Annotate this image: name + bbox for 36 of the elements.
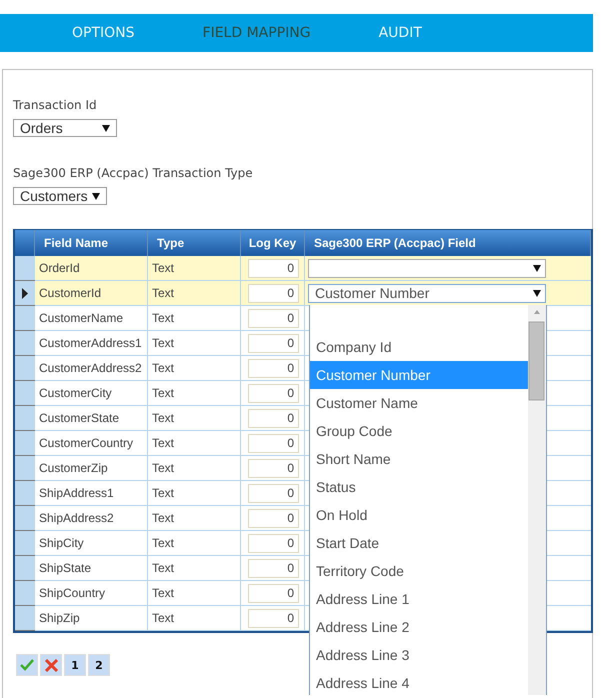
dropdown-option[interactable]: Start Date (310, 529, 528, 557)
dropdown-option[interactable]: Company Id (310, 333, 528, 361)
dropdown-option[interactable]: Address Line 2 (310, 613, 528, 641)
dropdown-option[interactable]: Address Line 4 (310, 669, 528, 695)
field-label: Transaction Id (13, 98, 98, 112)
log-key-field[interactable]: 0 (248, 308, 299, 328)
log-key-field[interactable]: 0 (248, 508, 299, 528)
log-key-field[interactable]: 0 (248, 434, 299, 452)
log-key-field[interactable]: 0 (248, 458, 299, 478)
transaction-type-select[interactable]: Customers (13, 187, 107, 205)
log-key-field[interactable]: 0 (248, 558, 299, 578)
dropdown-option[interactable]: Short Name (310, 445, 528, 473)
transaction-id-select[interactable]: Orders (13, 119, 117, 137)
dropdown-option[interactable]: Address Line 3 (310, 641, 528, 669)
log-key-field[interactable]: 0 (248, 284, 299, 302)
page-button[interactable]: 1 (64, 654, 86, 676)
dropdown-option[interactable]: Status (310, 473, 528, 501)
field-label: Sage300 ERP (Accpac) Transaction Type (13, 166, 254, 180)
dropdown-option[interactable]: On Hold (310, 501, 528, 529)
log-key-field[interactable]: 0 (248, 334, 299, 352)
log-key-field[interactable]: 0 (248, 534, 299, 552)
log-key-field[interactable]: 0 (248, 358, 299, 378)
page-button[interactable]: 2 (88, 654, 110, 676)
log-key-field[interactable]: 0 (248, 608, 299, 628)
sage-field-select[interactable]: Customer Number (308, 284, 546, 302)
dropdown-option[interactable]: Address Line 1 (310, 585, 528, 613)
log-key-field[interactable]: 0 (248, 408, 299, 428)
table-cell: Text (148, 606, 241, 631)
dropdown-option[interactable]: Group Code (310, 417, 528, 445)
log-key-field[interactable]: 0 (248, 384, 299, 402)
dropdown-option[interactable]: Customer Name (310, 389, 528, 417)
table-cell: ShipZip (35, 606, 148, 631)
log-key-field[interactable]: 0 (248, 584, 299, 602)
log-key-field[interactable]: 0 (248, 484, 299, 502)
log-key-field[interactable]: 0 (248, 258, 299, 278)
dropdown-option[interactable]: Territory Code (310, 557, 528, 585)
